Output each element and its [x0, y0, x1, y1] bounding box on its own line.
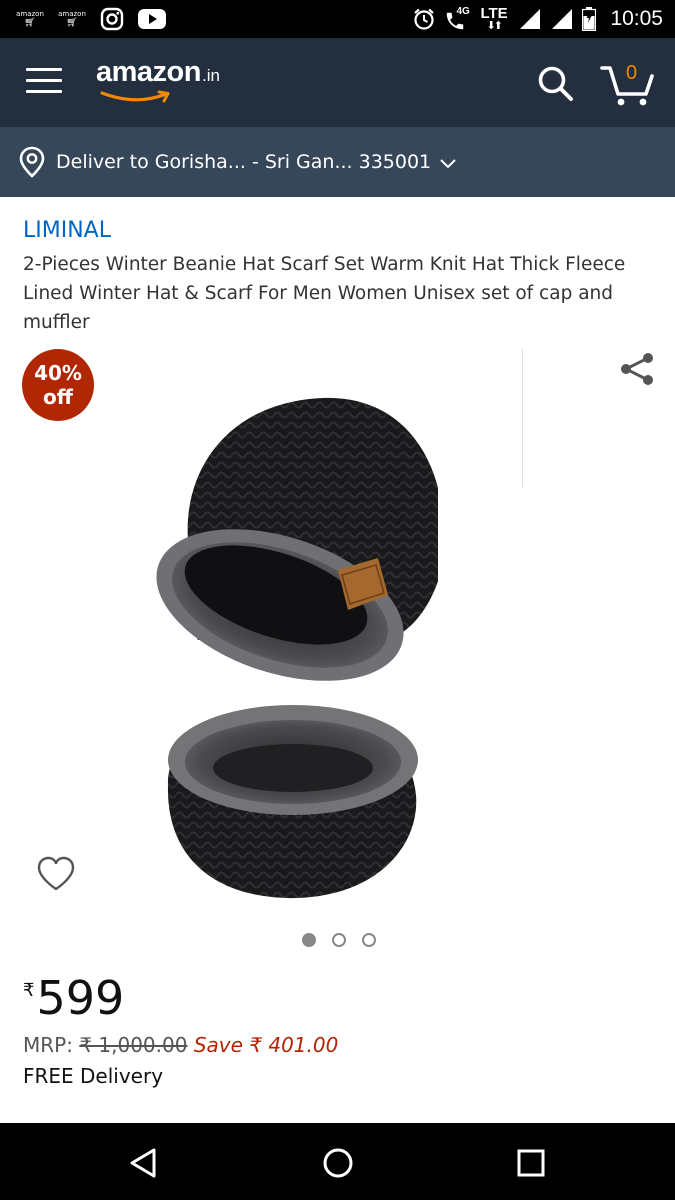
amazon-shopping-app-icon: amazon 🛒︎ [58, 10, 86, 28]
home-button[interactable] [320, 1145, 356, 1181]
alarm-icon [414, 8, 435, 30]
amazon-shopping-app-icon: amazon 🛒︎ [16, 10, 44, 28]
discount-badge: 40% off [22, 349, 94, 421]
wishlist-button[interactable] [36, 855, 76, 893]
carousel-dot[interactable] [331, 933, 346, 947]
chevron-down-icon [440, 159, 456, 169]
product-title: 2-Pieces Winter Beanie Hat Scarf Set War… [23, 254, 626, 333]
volte-call-icon: 4G [444, 6, 472, 32]
clock: 10:05 [610, 7, 663, 30]
instagram-icon [100, 7, 124, 31]
deliver-address-text: Deliver to Gorisha... - Sri Gan... 33500… [56, 151, 432, 173]
carousel-dots [0, 933, 675, 947]
search-button[interactable] [536, 64, 576, 104]
mrp-line: MRP: ₹ 1,000.00 Save ₹ 401.00 [23, 1033, 338, 1057]
lte-indicator: LTE ⬇⬆ [480, 5, 510, 33]
savings-text: Save ₹ 401.00 [193, 1033, 339, 1057]
discount-off-label: off [43, 385, 73, 409]
amazon-logo[interactable]: amazon.in [96, 56, 246, 103]
deliver-to-bar[interactable]: Deliver to Gorisha... - Sri Gan... 33500… [0, 127, 675, 197]
carousel-dot[interactable] [361, 933, 376, 947]
logo-tld: .in [201, 66, 220, 85]
mrp-label: MRP: [23, 1033, 73, 1057]
cart-count-badge: 0 [626, 62, 638, 84]
battery-icon [582, 7, 597, 31]
data-arrows-icon: ⬇⬆ [486, 19, 503, 32]
amazon-smile-icon [100, 90, 170, 103]
status-bar: amazon 🛒︎ amazon 🛒︎ 4G LTE ⬇⬆ 10:05 [0, 0, 675, 38]
location-pin-icon [19, 146, 45, 178]
product-image-carousel[interactable]: 40% off [0, 345, 675, 925]
cart-button[interactable]: 0 [600, 60, 656, 108]
heart-icon [37, 856, 75, 891]
price-value: 599 [36, 971, 125, 1025]
search-icon [538, 66, 573, 101]
logo-word: amazon [96, 56, 201, 88]
delivery-info: FREE Delivery [23, 1064, 164, 1088]
hamburger-menu-icon[interactable] [26, 68, 62, 98]
share-button[interactable] [618, 351, 656, 387]
carousel-dot[interactable] [301, 933, 316, 947]
youtube-icon [138, 9, 166, 29]
currency-symbol: ₹ [23, 980, 35, 1001]
notification-icons: amazon 🛒︎ amazon 🛒︎ [16, 6, 166, 32]
system-status-icons: 4G LTE ⬇⬆ 10:05 [412, 4, 663, 34]
recents-button[interactable] [513, 1145, 549, 1181]
back-button[interactable] [126, 1145, 162, 1181]
image-divider [522, 349, 523, 487]
signal-strength-icon [552, 9, 573, 29]
signal-strength-icon [520, 9, 541, 29]
price: ₹ 599 [23, 970, 124, 1026]
discount-percent: 40% [34, 361, 82, 385]
brand-link[interactable]: LIMINAL [23, 218, 111, 243]
app-header: amazon.in 0 [0, 38, 675, 127]
system-navigation-bar [0, 1123, 675, 1200]
product-image[interactable] [148, 390, 438, 900]
back-triangle-icon [130, 1148, 156, 1178]
recents-square-icon [517, 1149, 545, 1177]
home-circle-icon [323, 1148, 353, 1178]
mrp-value: ₹ 1,000.00 [79, 1033, 188, 1057]
network-4g-label: 4G [456, 6, 470, 17]
share-icon [621, 353, 653, 385]
